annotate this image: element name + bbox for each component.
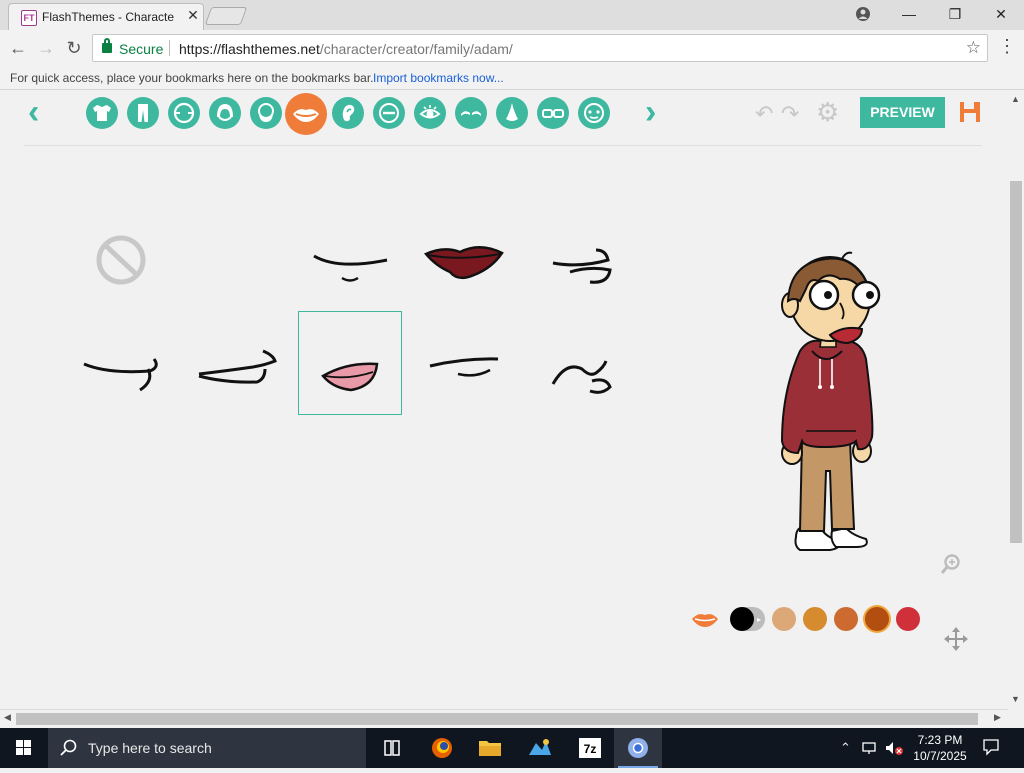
nose-icon[interactable] bbox=[496, 97, 528, 129]
mouth-color-icon bbox=[692, 614, 718, 627]
import-bookmarks-link[interactable]: Import bookmarks now... bbox=[373, 71, 504, 85]
color-swatch-tan[interactable] bbox=[772, 607, 796, 631]
pants-icon[interactable] bbox=[127, 97, 159, 129]
face-shape-icon[interactable] bbox=[168, 97, 200, 129]
favicon-icon: FT bbox=[21, 10, 37, 26]
mouth-option-3[interactable] bbox=[420, 208, 524, 312]
eye-icon[interactable] bbox=[414, 97, 446, 129]
beard-icon[interactable] bbox=[250, 97, 282, 129]
windows-start-icon[interactable] bbox=[0, 728, 48, 768]
vertical-scroll-thumb[interactable] bbox=[1010, 181, 1022, 543]
color-swatch-rust[interactable] bbox=[865, 607, 889, 631]
lock-icon bbox=[102, 38, 112, 53]
scroll-down-icon[interactable]: ▼ bbox=[1011, 694, 1020, 704]
taskbar: Type here to search 7z ⌃ 7:23 PM 10/7/20… bbox=[0, 728, 1024, 768]
color-swatch-orange[interactable] bbox=[834, 607, 858, 631]
close-window-icon[interactable]: ✕ bbox=[978, 0, 1024, 28]
browser-tab[interactable]: FT FlashThemes - Character ✕ bbox=[8, 3, 204, 30]
search-placeholder: Type here to search bbox=[88, 740, 212, 756]
url-domain: https://flashthemes.net bbox=[179, 41, 320, 57]
secure-label: Secure bbox=[119, 41, 164, 57]
hair-icon[interactable] bbox=[209, 97, 241, 129]
eyebrow-icon[interactable] bbox=[455, 97, 487, 129]
url-text[interactable]: https://flashthemes.net/character/creato… bbox=[179, 41, 513, 57]
character-preview bbox=[780, 251, 881, 551]
shirt-icon[interactable] bbox=[86, 97, 118, 129]
browser-toolbar: ← → ↻ Secure https://flashthemes.net/cha… bbox=[0, 30, 1024, 66]
tray-overflow-icon[interactable]: ⌃ bbox=[840, 740, 851, 756]
save-icon[interactable] bbox=[958, 100, 982, 124]
accessory-icon[interactable] bbox=[578, 97, 610, 129]
notifications-icon[interactable] bbox=[982, 738, 1000, 759]
glasses-icon[interactable] bbox=[537, 97, 569, 129]
gear-icon[interactable]: ⚙ bbox=[816, 99, 839, 125]
url-separator bbox=[169, 40, 170, 56]
restore-icon[interactable]: ❐ bbox=[932, 0, 978, 28]
color-swatch-gold[interactable] bbox=[803, 607, 827, 631]
profile-icon[interactable] bbox=[840, 0, 886, 28]
scroll-up-icon[interactable]: ▲ bbox=[1011, 94, 1020, 104]
firefox-icon[interactable] bbox=[418, 728, 466, 768]
horizontal-scroll-thumb[interactable] bbox=[16, 713, 978, 725]
character-creator: ‹ › ↶ ↷ ⚙ PREVIEW ▸ bbox=[0, 91, 1008, 709]
network-icon[interactable] bbox=[862, 740, 880, 759]
svg-text:7z: 7z bbox=[584, 742, 597, 756]
reload-icon[interactable]: ↻ bbox=[62, 36, 86, 60]
taskbar-search[interactable]: Type here to search bbox=[48, 728, 366, 768]
url-path: /character/creator/family/adam/ bbox=[319, 41, 513, 57]
zoom-icon[interactable] bbox=[940, 553, 962, 580]
system-clock[interactable]: 7:23 PM 10/7/2025 bbox=[908, 732, 972, 764]
tab-strip: FT FlashThemes - Character ✕ — ❐ ✕ bbox=[0, 0, 1024, 30]
mouth-option-4[interactable] bbox=[540, 208, 644, 312]
tab-title: FlashThemes - Character bbox=[42, 10, 174, 24]
address-bar[interactable]: Secure https://flashthemes.net/character… bbox=[92, 34, 988, 62]
chrome-icon[interactable] bbox=[614, 728, 662, 768]
minimize-icon[interactable]: — bbox=[886, 0, 932, 28]
mouth-option-6[interactable] bbox=[185, 311, 289, 415]
move-icon[interactable] bbox=[943, 626, 969, 657]
bookmarks-hint: For quick access, place your bookmarks h… bbox=[10, 71, 374, 85]
scroll-left-icon[interactable]: ◀ bbox=[4, 712, 11, 723]
eye-shape-icon[interactable] bbox=[373, 97, 405, 129]
prev-category-arrow[interactable]: ‹ bbox=[28, 95, 39, 129]
7zip-icon[interactable]: 7z bbox=[566, 728, 614, 768]
mouth-option-5[interactable] bbox=[68, 311, 172, 415]
close-tab-icon[interactable]: ✕ bbox=[185, 7, 201, 24]
mouth-icon[interactable] bbox=[285, 93, 327, 135]
search-icon bbox=[60, 739, 77, 756]
toolbar-divider bbox=[24, 145, 982, 146]
browser-menu-icon[interactable]: ⋮ bbox=[998, 36, 1016, 57]
task-view-icon[interactable] bbox=[368, 728, 416, 768]
back-icon[interactable]: ← bbox=[6, 36, 30, 60]
undo-icon[interactable]: ↶ bbox=[755, 101, 773, 127]
ear-icon[interactable] bbox=[332, 97, 364, 129]
vertical-scrollbar[interactable]: ▲ ▼ bbox=[1008, 91, 1024, 709]
mouth-option-none[interactable] bbox=[68, 208, 172, 312]
volume-muted-icon[interactable] bbox=[884, 740, 904, 759]
mouth-option-9[interactable] bbox=[540, 311, 644, 415]
file-explorer-icon[interactable] bbox=[466, 728, 514, 768]
redo-icon[interactable]: ↷ bbox=[781, 101, 799, 127]
mouth-option-8[interactable] bbox=[420, 311, 524, 415]
horizontal-scrollbar[interactable]: ◀ ▶ bbox=[0, 709, 1008, 727]
forward-icon[interactable]: → bbox=[34, 36, 58, 60]
new-tab-button[interactable] bbox=[204, 7, 248, 25]
color-swatch-red[interactable] bbox=[896, 607, 920, 631]
bookmark-star-icon[interactable]: ☆ bbox=[966, 38, 981, 58]
scroll-right-icon[interactable]: ▶ bbox=[994, 712, 1001, 723]
mouth-option-7-selected[interactable] bbox=[298, 311, 402, 415]
swatch-dropdown-icon[interactable]: ▸ bbox=[757, 615, 761, 624]
mouth-option-2[interactable] bbox=[298, 208, 402, 312]
color-swatch-black[interactable] bbox=[730, 607, 754, 631]
clock-date: 10/7/2025 bbox=[913, 749, 967, 763]
clock-time: 7:23 PM bbox=[917, 733, 963, 747]
bookmarks-bar: For quick access, place your bookmarks h… bbox=[0, 66, 1024, 90]
next-category-arrow[interactable]: › bbox=[645, 95, 656, 129]
snip-tool-icon[interactable] bbox=[516, 728, 564, 768]
preview-button[interactable]: PREVIEW bbox=[860, 97, 945, 128]
